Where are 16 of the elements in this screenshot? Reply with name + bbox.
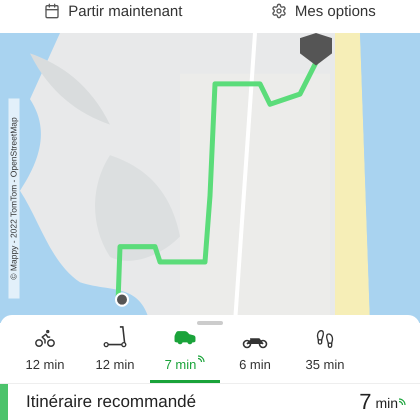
options-button[interactable]: Mes options bbox=[270, 3, 376, 19]
transport-mode-tab[interactable]: 12 min bbox=[10, 325, 80, 383]
departure-button[interactable]: Partir maintenant bbox=[44, 3, 182, 19]
transport-mode-tab[interactable]: 6 min bbox=[220, 325, 290, 383]
settings-icon bbox=[270, 3, 287, 19]
calendar-icon bbox=[44, 3, 60, 19]
transport-mode-tab[interactable]: 35 min bbox=[290, 325, 360, 383]
drag-handle[interactable] bbox=[197, 321, 223, 325]
pedestrian-icon bbox=[315, 328, 335, 348]
scooter-icon bbox=[102, 325, 128, 348]
recommended-route-card[interactable]: Itinéraire recommandé 7 min bbox=[0, 384, 420, 420]
map-attribution: © Mappy - 2022 TomTom - OpenStreetMap bbox=[8, 98, 20, 298]
transport-mode-tab[interactable]: 12 min bbox=[80, 325, 150, 383]
route-duration: 7 bbox=[359, 391, 372, 413]
route-duration-unit: min bbox=[375, 394, 398, 413]
route-title: Itinéraire recommandé bbox=[26, 391, 198, 414]
